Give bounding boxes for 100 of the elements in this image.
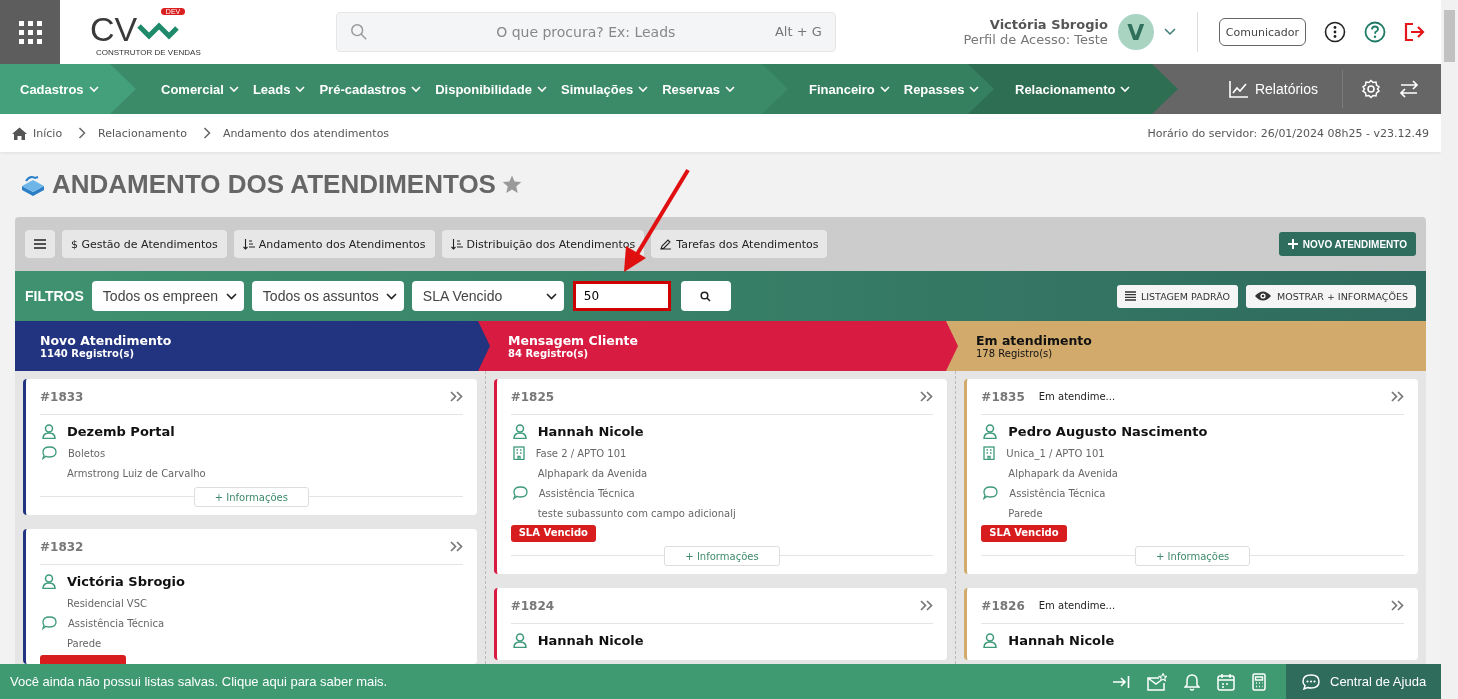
double-chevron-icon[interactable] (1391, 600, 1404, 611)
chevron-right-icon (78, 127, 87, 139)
help-icon[interactable] (1364, 21, 1386, 43)
double-chevron-icon[interactable] (1391, 391, 1404, 402)
chevron-down-icon (536, 85, 547, 93)
grid-icon (18, 20, 42, 44)
ticket-number: #1824 (510, 598, 555, 613)
search-icon (349, 23, 368, 41)
mail-star-icon[interactable] (1147, 672, 1167, 691)
nav-menu-item[interactable]: Leads (245, 81, 313, 97)
column-title: Em atendimento (976, 333, 1093, 348)
client-name: Hannah Nicole (1008, 633, 1115, 648)
view-tab[interactable]: Andamento dos Atendimentos (233, 230, 435, 258)
chat-bubble-icon (1302, 673, 1320, 690)
communicator-button[interactable]: Comunicador (1218, 18, 1306, 46)
detail-text: Parede (67, 637, 102, 649)
more-options-icon[interactable] (1324, 21, 1346, 43)
ticket-status: Em atendime... (1038, 391, 1116, 402)
double-chevron-icon[interactable] (449, 391, 463, 402)
person-icon (42, 424, 56, 439)
record-count: 84 Registro(s) (508, 348, 590, 359)
sort-icon (242, 238, 255, 250)
breadcrumb-link[interactable]: Andamento dos atendimentos (222, 126, 390, 140)
ticket-card[interactable]: #1835 Em atendime... Pedro Augusto Nascimento Unica_1 / APTO 101 Alphapark da Avenida Assistência Técnica Parede SLA Vencido + Informações (964, 379, 1418, 574)
shortcut-hint: Alt + G (774, 24, 822, 39)
show-more-info-button[interactable]: MOSTRAR + INFORMAÇÕES (1246, 284, 1416, 308)
nav-menu-item[interactable]: Pré-cadastros (312, 81, 429, 97)
chevron-down-icon (295, 85, 306, 93)
nav-menu-item[interactable]: Repasses (896, 81, 987, 97)
ticket-card[interactable]: #1824 Hannah Nicole (493, 588, 948, 660)
ticket-number: #1833 (40, 389, 84, 404)
detail-text: Residencial VSC (67, 597, 147, 609)
swap-icon[interactable] (1399, 80, 1419, 98)
nav-menu-item[interactable]: Simulações (553, 81, 656, 97)
more-info-button[interactable]: + Informações (1135, 546, 1251, 566)
filter-dropdown[interactable]: SLA Vencido (411, 281, 564, 311)
star-icon[interactable] (501, 175, 522, 194)
double-chevron-icon[interactable] (920, 391, 934, 402)
new-ticket-button[interactable]: NOVO ATENDIMENTO (1278, 232, 1416, 256)
search-button[interactable] (680, 281, 731, 311)
user-profile: Perfil de Acesso: Teste (963, 32, 1108, 47)
ticket-card[interactable]: #1833 Dezemb Portal Boletos Armstrong Luiz de Carvalho + Informações (23, 379, 477, 515)
double-chevron-icon[interactable] (449, 541, 463, 552)
client-name: Victória Sbrogio (67, 574, 185, 589)
sla-badge: SLA Vencido (981, 525, 1067, 542)
apps-menu-button[interactable] (0, 0, 60, 64)
sla-badge: SLA Vencido (510, 525, 596, 542)
detail-text: teste subassunto com campo adicionalj (537, 507, 736, 519)
breadcrumb-link[interactable]: Relacionamento (98, 126, 187, 140)
chevron-down-icon (411, 85, 422, 93)
filter-dropdown[interactable]: Todos os assuntos (251, 281, 404, 311)
person-icon (42, 574, 56, 589)
person-icon (512, 633, 527, 648)
ticket-number: #1832 (40, 539, 84, 554)
more-info-button[interactable]: + Informações (664, 546, 780, 566)
line-chart-icon (1228, 80, 1249, 98)
calendar-icon[interactable] (1217, 672, 1235, 691)
nav-menu-item[interactable]: Relacionamento (1008, 81, 1138, 97)
calculator-icon[interactable] (1252, 672, 1266, 691)
detail-text: Alphapark da Avenida (1008, 467, 1118, 479)
avatar[interactable]: V (1117, 14, 1154, 50)
more-info-button[interactable]: + Informações (193, 487, 309, 507)
view-tab[interactable]: Tarefas dos Atendimentos (651, 230, 828, 258)
person-icon (512, 424, 527, 439)
logout-icon[interactable] (1404, 22, 1426, 42)
record-count: 1140 Registro(s) (40, 348, 135, 359)
chevron-down-icon[interactable] (1163, 28, 1176, 36)
eye-icon (1254, 290, 1273, 302)
double-chevron-icon[interactable] (920, 600, 934, 611)
ticket-number: #1825 (510, 389, 555, 404)
ticket-card[interactable]: #1832 Victória Sbrogio Residencial VSC Assistência Técnica Parede (23, 529, 477, 664)
ticket-card[interactable]: #1826 Em atendime... Hannah Nicole (964, 588, 1418, 660)
code-input-field[interactable]: 50 (572, 281, 671, 311)
ticket-subject: Assistência Técnica (538, 487, 635, 499)
unit-text: Unica_1 / APTO 101 (1006, 447, 1105, 459)
arrow-to-bar-icon[interactable] (1112, 674, 1130, 689)
settings-icon[interactable] (1361, 79, 1381, 99)
bell-icon[interactable] (1184, 672, 1200, 691)
breadcrumb-link[interactable]: Início (33, 126, 63, 140)
nav-menu-item[interactable]: Financeiro (802, 81, 897, 97)
menu-button[interactable] (25, 230, 55, 258)
unit-text: Fase 2 / APTO 101 (535, 447, 627, 459)
building-icon (512, 446, 525, 460)
detail-text: Parede (1008, 507, 1043, 519)
plus-icon (1287, 239, 1298, 249)
view-tab[interactable]: Distribuição dos Atendimentos (441, 230, 645, 258)
nav-menu-item[interactable]: Reservas (655, 81, 743, 97)
nav-menu-item[interactable]: Comercial (154, 81, 246, 97)
nav-menu-item[interactable]: Disponibilidade (428, 81, 554, 97)
reports-link[interactable]: Relatórios (1222, 79, 1324, 99)
record-count: 178 Registro(s) (976, 348, 1054, 359)
page-title: ANDAMENTO DOS ATENDIMENTOS (52, 169, 496, 200)
chevron-down-icon (638, 85, 649, 93)
view-tab[interactable]: $ Gestão de Atendimentos (62, 230, 227, 258)
help-center-button[interactable]: Central de Ajuda (1286, 664, 1441, 699)
filter-dropdown[interactable]: Todos os empreen (91, 281, 244, 311)
chevron-down-icon (879, 85, 890, 93)
standard-list-button[interactable]: LISTAGEM PADRÃO (1117, 284, 1239, 308)
ticket-card[interactable]: #1825 Hannah Nicole Fase 2 / APTO 101 Alphapark da Avenida Assistência Técnica teste subassunto com campo adicionalj SLA Vencido + Informações (493, 379, 948, 574)
chevron-down-icon (228, 85, 239, 93)
